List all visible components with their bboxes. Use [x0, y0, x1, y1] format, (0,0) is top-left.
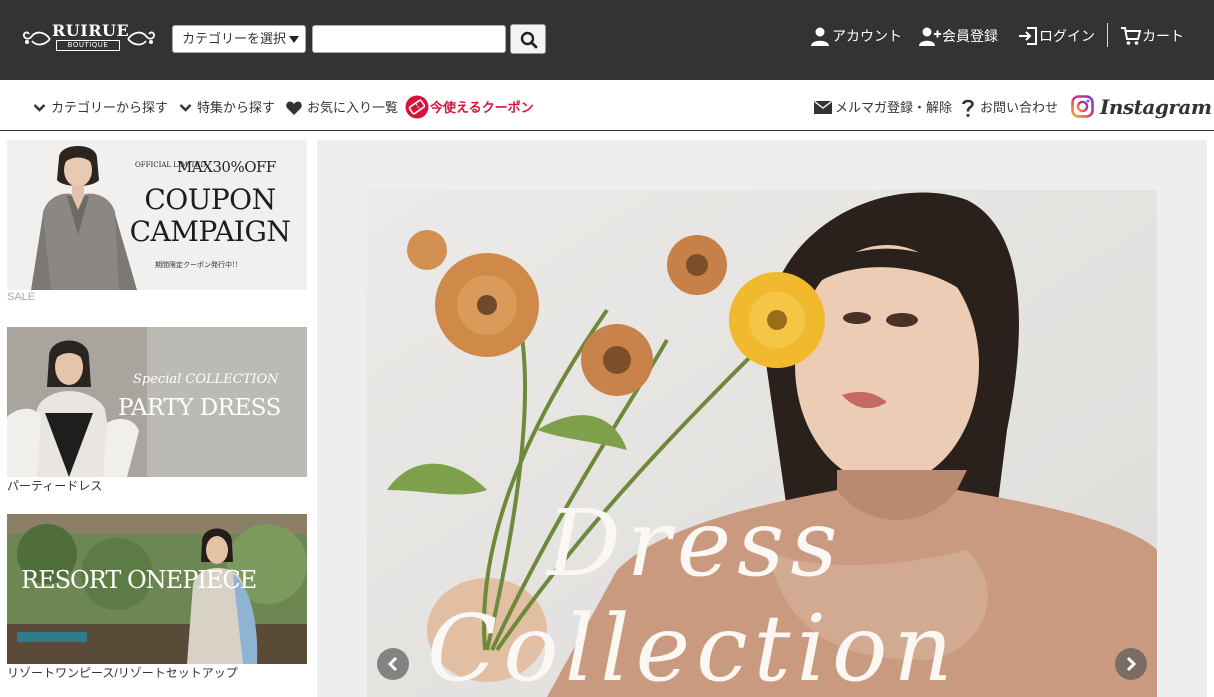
hero-script-line1: Dress: [547, 490, 844, 597]
slider-next-button[interactable]: [1115, 648, 1147, 680]
envelope-icon: [814, 101, 832, 114]
banner3-caption[interactable]: リゾートワンピース/リゾートセットアップ: [7, 664, 238, 681]
banner2-special-collection: Special COLLECTION: [133, 372, 279, 387]
search-icon: [520, 31, 538, 49]
nav-favorites-label: お気に入り一覧: [307, 100, 399, 115]
nav-contact-label: お問い合わせ: [980, 100, 1059, 115]
chevron-down-icon: [179, 104, 192, 112]
banner-party-dress[interactable]: Special COLLECTION PARTY DRESS: [7, 327, 307, 477]
sign-in-icon: [1019, 27, 1037, 45]
account-label: アカウント: [832, 28, 902, 44]
logo-ornament-left-icon: [22, 31, 51, 46]
question-icon: [962, 99, 974, 117]
category-select[interactable]: カテゴリーを選択: [172, 25, 306, 53]
cart-icon: [1121, 27, 1141, 45]
nav-coupon-label: 今使えるクーポン: [430, 100, 534, 115]
banner-coupon-campaign[interactable]: OFFICIAL LIMITED MAX30%OFF COUPON CAMPAI…: [7, 140, 307, 290]
banner-resort-onepiece[interactable]: RESORT ONEPIECE: [7, 514, 307, 664]
banner2-headline: PARTY DRESS: [118, 395, 281, 421]
coupon-icon: [405, 95, 429, 119]
logo-ornament-right-icon: [127, 31, 156, 46]
nav-category[interactable]: カテゴリーから探す: [33, 99, 168, 117]
nav-coupon[interactable]: 今使えるクーポン: [405, 95, 534, 121]
hero-slider: Dress Collection: [317, 140, 1207, 697]
account-link[interactable]: アカウント: [810, 25, 902, 47]
chevron-down-icon: [33, 104, 46, 112]
banner2-caption[interactable]: パーティードレス: [7, 477, 102, 494]
nav-favorites[interactable]: お気に入り一覧: [286, 99, 399, 117]
heart-icon: [286, 101, 302, 115]
register-label: 会員登録: [942, 28, 998, 44]
main-nav: カテゴリーから探す 特集から探す お気に入り一覧 今使えるクーポン メルマガ登録…: [0, 80, 1214, 131]
banner1-max-off: MAX30%OFF: [177, 158, 276, 176]
chevron-right-icon: [1126, 657, 1137, 671]
instagram-icon: [1071, 95, 1094, 118]
chevron-down-icon: [289, 36, 299, 43]
nav-contact[interactable]: お問い合わせ: [962, 99, 1059, 117]
logo-subtitle: BOUTIQUE: [56, 40, 120, 51]
banner3-headline: RESORT ONEPIECE: [21, 566, 257, 594]
banner1-headline: COUPON CAMPAIGN: [129, 183, 291, 248]
nav-instagram[interactable]: Instagram: [1071, 93, 1212, 123]
site-header: RUIRUE BOUTIQUE カテゴリーを選択 アカウント 会員登録 ログイン…: [0, 0, 1214, 80]
register-link[interactable]: 会員登録: [919, 25, 999, 47]
login-label: ログイン: [1039, 28, 1095, 44]
hero-script-line2: Collection: [427, 595, 959, 697]
login-link[interactable]: ログイン: [1018, 25, 1098, 47]
nav-newsletter[interactable]: メルマガ登録・解除: [814, 99, 953, 117]
nav-newsletter-label: メルマガ登録・解除: [835, 100, 953, 115]
hero-slide[interactable]: Dress Collection: [367, 190, 1157, 697]
site-logo[interactable]: RUIRUE BOUTIQUE: [22, 19, 156, 61]
nav-feature-label: 特集から探す: [197, 100, 276, 115]
user-icon: [811, 27, 829, 46]
nav-category-label: カテゴリーから探す: [51, 100, 169, 115]
logo-wordmark: RUIRUE: [52, 21, 130, 40]
slider-prev-button[interactable]: [377, 648, 409, 680]
header-divider: [1107, 23, 1108, 47]
chevron-left-icon: [387, 657, 398, 671]
cart-label: カート: [1142, 28, 1184, 44]
category-select-value: カテゴリーを選択: [182, 31, 287, 46]
banner1-caption[interactable]: SALE: [7, 291, 35, 303]
search-button[interactable]: [510, 24, 546, 54]
search-input[interactable]: [312, 25, 506, 53]
nav-feature[interactable]: 特集から探す: [179, 99, 276, 117]
banner1-subtext: 期間限定クーポン発行中!!: [155, 261, 238, 269]
user-plus-icon: [919, 27, 941, 46]
cart-link[interactable]: カート: [1121, 25, 1191, 47]
instagram-wordmark: Instagram: [1100, 95, 1212, 119]
